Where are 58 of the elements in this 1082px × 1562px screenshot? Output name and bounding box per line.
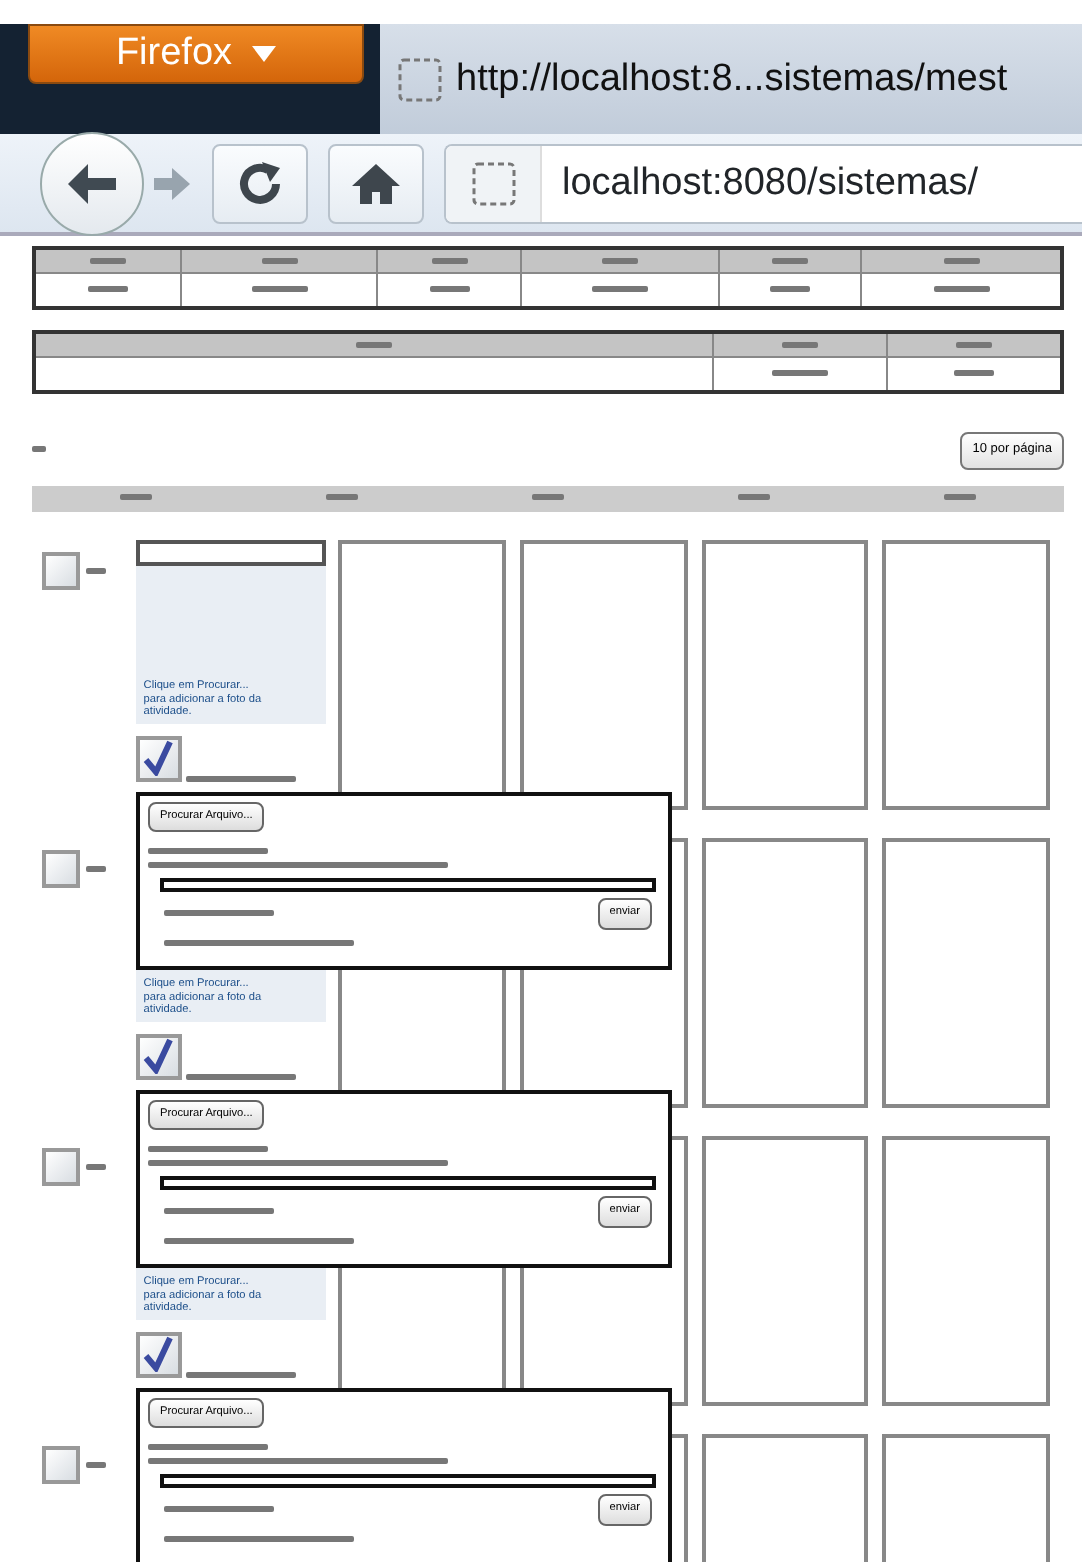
illegible-text bbox=[86, 1163, 106, 1169]
file-path-field[interactable] bbox=[160, 1176, 656, 1191]
illegible-text bbox=[87, 286, 128, 293]
illegible-text bbox=[86, 567, 106, 573]
address-bar[interactable]: localhost:8080/sistemas/ bbox=[444, 143, 1082, 223]
illegible-text bbox=[591, 286, 648, 293]
illegible-text bbox=[261, 257, 298, 264]
illegible-text bbox=[943, 257, 979, 264]
illegible-text bbox=[251, 286, 308, 293]
illegible-text bbox=[86, 865, 106, 871]
illegible-text bbox=[148, 1146, 268, 1153]
page-icon bbox=[396, 55, 444, 103]
illegible-text bbox=[954, 370, 995, 377]
illegible-text bbox=[164, 1506, 274, 1513]
illegible-text bbox=[148, 848, 268, 855]
illegible-text bbox=[355, 341, 392, 348]
illegible-text bbox=[119, 493, 152, 500]
caret-icon bbox=[252, 46, 277, 62]
illegible-text bbox=[429, 286, 470, 293]
illegible-text bbox=[769, 286, 810, 293]
reload-icon bbox=[236, 159, 284, 207]
illegible-text bbox=[431, 257, 468, 264]
reload-button[interactable] bbox=[212, 143, 308, 223]
illegible-text bbox=[185, 775, 296, 781]
illegible-text bbox=[164, 1208, 274, 1215]
checkbox[interactable] bbox=[42, 1445, 80, 1483]
back-button[interactable] bbox=[40, 131, 144, 235]
checkbox[interactable] bbox=[135, 1331, 182, 1377]
illegible-text bbox=[933, 286, 989, 293]
home-button[interactable] bbox=[328, 143, 424, 223]
illegible-text bbox=[32, 446, 46, 453]
file-path-field[interactable] bbox=[160, 878, 656, 893]
checkbox[interactable] bbox=[135, 1033, 182, 1079]
illegible-text bbox=[738, 493, 771, 500]
illegible-text bbox=[781, 341, 818, 348]
illegible-text bbox=[771, 370, 828, 377]
checkbox[interactable] bbox=[42, 551, 80, 589]
page-icon bbox=[469, 159, 517, 207]
text-field[interactable] bbox=[135, 539, 326, 565]
illegible-text bbox=[771, 257, 808, 264]
illegible-text bbox=[956, 341, 993, 348]
checkbox[interactable] bbox=[135, 735, 182, 781]
illegible-text bbox=[601, 257, 638, 264]
back-arrow-icon bbox=[66, 161, 118, 205]
checkbox[interactable] bbox=[42, 1147, 80, 1185]
illegible-text bbox=[148, 1444, 268, 1451]
browser-tab[interactable]: http://localhost:8...sistemas/mest bbox=[380, 24, 1082, 134]
illegible-text bbox=[164, 910, 274, 917]
illegible-text bbox=[325, 493, 358, 500]
checkbox[interactable] bbox=[42, 849, 80, 887]
illegible-text bbox=[185, 1371, 296, 1377]
illegible-text bbox=[532, 493, 564, 500]
illegible-text bbox=[185, 1073, 296, 1079]
file-path-field[interactable] bbox=[160, 1474, 656, 1489]
illegible-text bbox=[89, 257, 126, 264]
illegible-text bbox=[944, 493, 977, 500]
illegible-text bbox=[86, 1461, 106, 1467]
home-icon bbox=[350, 161, 402, 205]
